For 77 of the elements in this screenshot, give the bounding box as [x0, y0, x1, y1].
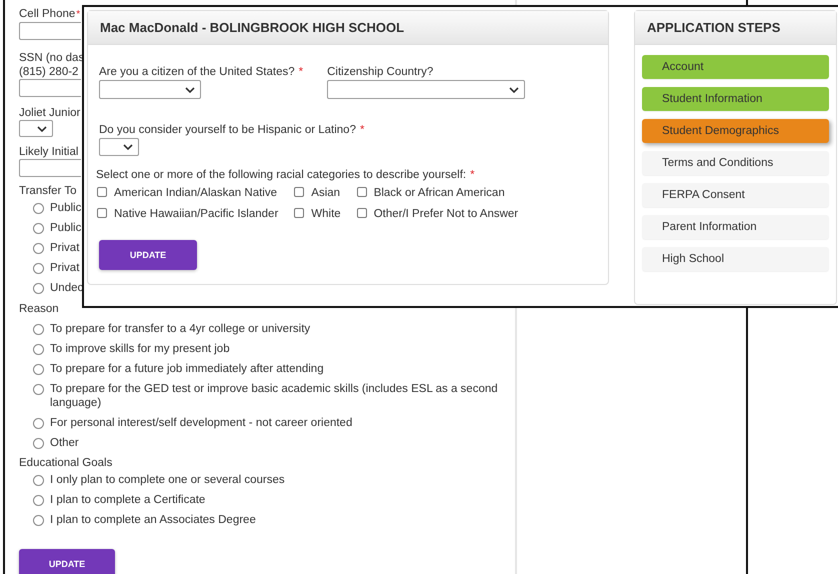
option-label: Privat — [50, 241, 80, 255]
radio-button[interactable] — [33, 438, 44, 449]
option-label: To improve skills for my present job — [50, 342, 230, 356]
option-label: I plan to complete an Associates Degree — [50, 513, 256, 527]
chevron-icon — [123, 144, 133, 150]
radio-button[interactable] — [33, 324, 44, 335]
radio-button[interactable] — [33, 515, 44, 526]
field-label: Joliet Junior — [19, 106, 80, 120]
checkbox-label: American Indian/Alaskan Native — [114, 187, 277, 199]
radio-button[interactable] — [33, 263, 44, 274]
option-label: To prepare for a future job immediately after attending — [50, 362, 324, 376]
field-label: Are you a citizen of the United States? — [99, 65, 295, 79]
radio-button[interactable] — [33, 364, 44, 375]
dropdown-field[interactable] — [99, 138, 139, 156]
option-label: Other — [50, 436, 79, 450]
checkbox[interactable] — [97, 208, 107, 218]
dropdown-field[interactable] — [19, 120, 53, 137]
step-item[interactable]: Parent Information — [642, 215, 829, 239]
checkbox-label: Native Hawaiian/Pacific Islander — [114, 208, 278, 220]
checkbox[interactable] — [294, 208, 304, 218]
update-button[interactable]: UPDATE — [19, 549, 115, 574]
option-label: For personal interest/self development - not career oriented — [50, 416, 352, 430]
field-label: Citizenship Country? — [327, 65, 434, 79]
dropdown-field[interactable] — [327, 80, 526, 99]
radio-button[interactable] — [33, 495, 44, 506]
text-field[interactable] — [19, 159, 81, 177]
option-label: To prepare for transfer to a 4yr college or university — [50, 322, 310, 336]
option-label: Undec — [50, 281, 84, 295]
radio-button[interactable] — [33, 344, 44, 355]
radio-button[interactable] — [33, 418, 44, 429]
chevron-icon — [37, 126, 47, 132]
checkbox-label: Black or African American — [374, 187, 505, 199]
option-label: Privat — [50, 261, 80, 275]
radio-button[interactable] — [33, 203, 44, 214]
checkbox[interactable] — [97, 187, 107, 197]
field-note: (815) 280-2 — [19, 65, 78, 79]
field-label: Select one or more of the following racial categories to describe yourself: — [96, 168, 466, 182]
required-asterisk: * — [76, 9, 80, 20]
step-item[interactable]: Student Information — [642, 87, 829, 111]
checkbox-label: White — [311, 208, 341, 220]
radio-button[interactable] — [33, 475, 44, 486]
checkbox-label: Asian — [311, 187, 340, 199]
card-title: Mac MacDonald - BOLINGBROOK HIGH SCHOOL — [88, 11, 608, 45]
step-item[interactable]: FERPA Consent — [642, 183, 829, 207]
required-asterisk: * — [470, 169, 475, 181]
checkbox[interactable] — [356, 208, 367, 218]
option-label: Public — [50, 201, 82, 215]
field-label: Reason — [19, 302, 59, 316]
radio-button[interactable] — [33, 283, 44, 294]
text-field[interactable] — [19, 22, 81, 40]
field-label: Transfer To — [19, 184, 77, 198]
chevron-icon — [185, 86, 195, 92]
checkbox-label: Other/I Prefer Not to Answer — [374, 208, 518, 220]
option-label: To prepare for the GED test or improve basic academic skills (includes ESL as a second language) — [50, 382, 499, 410]
checkbox[interactable] — [356, 187, 367, 197]
field-label: Educational Goals — [19, 456, 112, 470]
field-label: Cell Phone — [19, 7, 76, 21]
dropdown-field[interactable] — [99, 80, 201, 99]
chevron-icon — [509, 86, 520, 92]
text-field[interactable] — [19, 79, 81, 97]
field-label: Do you consider yourself to be Hispanic or Latino? — [99, 123, 356, 137]
required-asterisk: * — [360, 124, 364, 136]
option-label: Public — [50, 221, 82, 235]
radio-button[interactable] — [33, 223, 44, 234]
radio-button[interactable] — [33, 243, 44, 254]
step-item[interactable]: Terms and Conditions — [642, 151, 829, 175]
field-label: Likely Initial — [19, 145, 78, 159]
option-label: I plan to complete a Certificate — [50, 493, 206, 507]
step-item[interactable]: Account — [642, 55, 829, 79]
card-title: APPLICATION STEPS — [635, 11, 836, 45]
required-asterisk: * — [298, 66, 304, 78]
checkbox[interactable] — [294, 187, 304, 197]
radio-button[interactable] — [33, 384, 44, 395]
step-item[interactable]: Student Demographics — [642, 119, 829, 143]
update-button[interactable]: UPDATE — [99, 240, 197, 270]
step-item[interactable]: High School — [642, 247, 829, 271]
option-label: I only plan to complete one or several courses — [50, 473, 285, 487]
